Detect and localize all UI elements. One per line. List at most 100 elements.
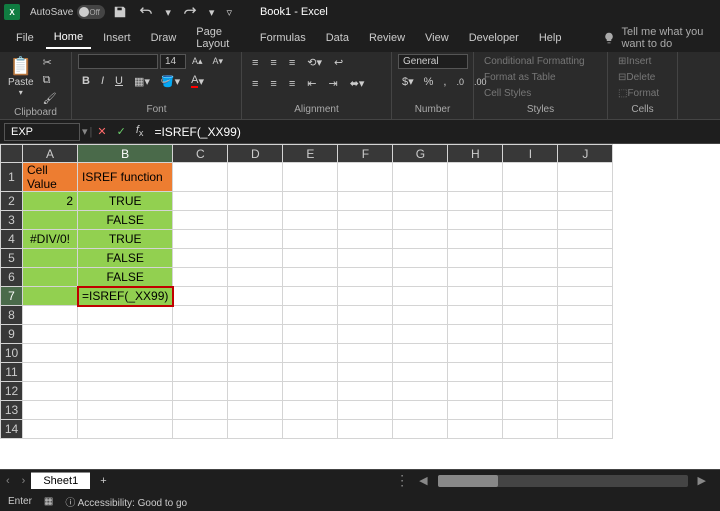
- cell-a3[interactable]: [23, 211, 78, 230]
- decrease-font-icon[interactable]: A▾: [209, 54, 228, 69]
- align-bottom-icon[interactable]: ≡: [285, 54, 299, 71]
- font-size-select[interactable]: [160, 54, 186, 69]
- cancel-formula-icon[interactable]: ✕: [92, 125, 111, 138]
- borders-icon[interactable]: ▦▾: [130, 73, 154, 90]
- toggle-switch[interactable]: Off: [77, 5, 105, 19]
- format-painter-icon[interactable]: 🖌: [39, 90, 61, 107]
- format-cells-button[interactable]: ⬚ Format: [614, 86, 663, 101]
- col-header-g[interactable]: G: [393, 145, 448, 163]
- row-header-9[interactable]: 9: [1, 325, 23, 344]
- comma-format-icon[interactable]: ,: [439, 73, 450, 90]
- align-middle-icon[interactable]: ≡: [266, 54, 280, 71]
- row-header-1[interactable]: 1: [1, 163, 23, 192]
- accounting-format-icon[interactable]: $▾: [398, 73, 418, 90]
- row-header-10[interactable]: 10: [1, 344, 23, 363]
- underline-button[interactable]: U: [111, 73, 127, 89]
- tab-formulas[interactable]: Formulas: [252, 28, 314, 48]
- macro-record-icon[interactable]: ▦: [44, 496, 53, 507]
- font-name-select[interactable]: [78, 54, 158, 69]
- cell-b4[interactable]: TRUE: [78, 230, 173, 249]
- tell-me-search[interactable]: Tell me what you want to do: [603, 26, 712, 50]
- save-icon[interactable]: [109, 5, 131, 19]
- format-as-table-button[interactable]: Format as Table: [480, 70, 560, 85]
- tab-draw[interactable]: Draw: [143, 28, 185, 48]
- col-header-e[interactable]: E: [283, 145, 338, 163]
- row-header-4[interactable]: 4: [1, 230, 23, 249]
- cell-a7[interactable]: [23, 287, 78, 306]
- col-header-h[interactable]: H: [448, 145, 503, 163]
- italic-button[interactable]: I: [97, 73, 108, 89]
- align-right-icon[interactable]: ≡: [285, 75, 299, 92]
- row-header-3[interactable]: 3: [1, 211, 23, 230]
- tab-insert[interactable]: Insert: [95, 28, 139, 48]
- cell-b1[interactable]: ISREF function: [78, 163, 173, 192]
- insert-function-icon[interactable]: fx: [131, 124, 149, 138]
- hscroll-right-icon[interactable]: ▶: [692, 474, 712, 487]
- horizontal-scrollbar[interactable]: [438, 475, 688, 487]
- row-header-6[interactable]: 6: [1, 268, 23, 287]
- cut-icon[interactable]: ✂: [39, 54, 61, 71]
- cell-a4[interactable]: #DIV/0!: [23, 230, 78, 249]
- formula-input[interactable]: [148, 123, 720, 141]
- tab-home[interactable]: Home: [46, 27, 91, 49]
- row-header-2[interactable]: 2: [1, 192, 23, 211]
- undo-icon[interactable]: [135, 5, 157, 19]
- row-header-13[interactable]: 13: [1, 401, 23, 420]
- cell-b2[interactable]: TRUE: [78, 192, 173, 211]
- select-all-corner[interactable]: [1, 145, 23, 163]
- cell[interactable]: [173, 163, 228, 192]
- tab-page-layout[interactable]: Page Layout: [188, 22, 248, 54]
- accessibility-status[interactable]: ⓘ Accessibility: Good to go: [65, 494, 187, 509]
- row-header-11[interactable]: 11: [1, 363, 23, 382]
- cell-a2[interactable]: 2: [23, 192, 78, 211]
- increase-font-icon[interactable]: A▴: [188, 54, 207, 69]
- tab-view[interactable]: View: [417, 28, 457, 48]
- redo-dropdown-icon[interactable]: ▾: [205, 6, 219, 19]
- cell-a5[interactable]: [23, 249, 78, 268]
- row-header-12[interactable]: 12: [1, 382, 23, 401]
- row-header-14[interactable]: 14: [1, 420, 23, 439]
- tab-file[interactable]: File: [8, 28, 42, 48]
- col-header-c[interactable]: C: [173, 145, 228, 163]
- cell-a1[interactable]: Cell Value: [23, 163, 78, 192]
- tab-help[interactable]: Help: [531, 28, 570, 48]
- col-header-a[interactable]: A: [23, 145, 78, 163]
- align-left-icon[interactable]: ≡: [248, 75, 262, 92]
- cell-b6[interactable]: FALSE: [78, 268, 173, 287]
- increase-decimal-icon[interactable]: .0: [452, 73, 468, 90]
- name-box[interactable]: [4, 123, 80, 141]
- sheet-nav-prev-icon[interactable]: ‹: [0, 475, 16, 487]
- align-top-icon[interactable]: ≡: [248, 54, 262, 71]
- cell-b7-editing[interactable]: =ISREF(_XX99): [78, 287, 173, 306]
- undo-dropdown-icon[interactable]: ▾: [161, 6, 175, 19]
- percent-format-icon[interactable]: %: [420, 73, 438, 90]
- worksheet-grid[interactable]: A B C D E F G H I J 1 Cell Value ISREF f…: [0, 144, 720, 469]
- wrap-text-icon[interactable]: ↩: [330, 54, 347, 71]
- scroll-split-icon[interactable]: ⋮: [395, 472, 409, 489]
- orientation-icon[interactable]: ⟲▾: [303, 54, 326, 71]
- cell-b5[interactable]: FALSE: [78, 249, 173, 268]
- col-header-d[interactable]: D: [228, 145, 283, 163]
- cell-b3[interactable]: FALSE: [78, 211, 173, 230]
- delete-cells-button[interactable]: ⊟ Delete: [614, 70, 659, 85]
- col-header-f[interactable]: F: [338, 145, 393, 163]
- align-center-icon[interactable]: ≡: [266, 75, 280, 92]
- fill-color-icon[interactable]: 🪣▾: [157, 73, 184, 90]
- add-sheet-icon[interactable]: +: [90, 475, 116, 487]
- hscroll-left-icon[interactable]: ◀: [413, 474, 433, 487]
- paste-button[interactable]: 📋 Paste ▾: [6, 54, 36, 99]
- col-header-j[interactable]: J: [558, 145, 613, 163]
- decrease-indent-icon[interactable]: ⇤: [303, 75, 320, 92]
- copy-icon[interactable]: ⧉: [39, 72, 61, 89]
- row-header-5[interactable]: 5: [1, 249, 23, 268]
- conditional-formatting-button[interactable]: Conditional Formatting: [480, 54, 589, 69]
- merge-icon[interactable]: ⬌▾: [346, 75, 369, 92]
- increase-indent-icon[interactable]: ⇥: [324, 75, 341, 92]
- tab-developer[interactable]: Developer: [461, 28, 527, 48]
- autosave-toggle[interactable]: AutoSave Off: [30, 5, 105, 19]
- confirm-formula-icon[interactable]: ✓: [112, 125, 131, 138]
- number-format-select[interactable]: [398, 54, 468, 69]
- qat-customize-icon[interactable]: ▿: [222, 6, 236, 19]
- sheet-nav-next-icon[interactable]: ›: [16, 475, 32, 487]
- col-header-b[interactable]: B: [78, 145, 173, 163]
